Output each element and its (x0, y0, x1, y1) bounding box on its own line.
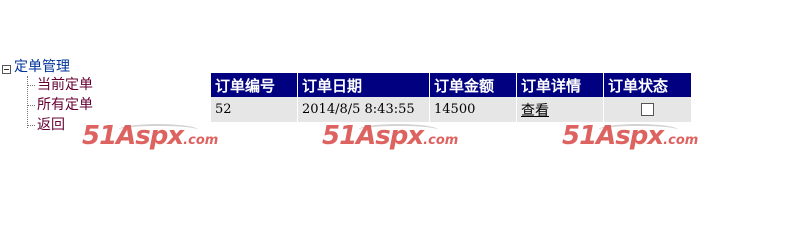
order-id-cell: 52 (211, 97, 298, 122)
logo-suffix: .com (423, 133, 459, 148)
view-detail-link[interactable]: 查看 (521, 103, 549, 119)
sidebar-item-label[interactable]: 所有定单 (37, 96, 93, 114)
order-date-cell: 2014/8/5 8:43:55 (297, 97, 430, 122)
tree-branch-line (27, 76, 28, 128)
order-amount-cell: 14500 (429, 97, 517, 122)
orders-table: 订单编号 订单日期 订单金额 订单详情 订单状态 52 2014/8/5 8:4… (211, 73, 691, 122)
watermark-logo: 51Aspx.com (562, 121, 698, 153)
column-header-order-id: 订单编号 (211, 73, 298, 97)
order-detail-cell: 查看 (516, 97, 604, 122)
logo-text: 51Aspx (562, 121, 664, 151)
tree-connector (27, 125, 35, 126)
collapse-toggle-icon[interactable] (2, 65, 11, 74)
tree-connector (27, 85, 35, 86)
logo-text: 51Aspx (322, 121, 424, 151)
watermark-logo: 51Aspx.com (82, 121, 218, 153)
logo-suffix: .com (663, 133, 699, 148)
logo-suffix: .com (183, 133, 219, 148)
column-header-order-date: 订单日期 (297, 73, 430, 97)
watermark-logo: 51Aspx.com (322, 121, 458, 153)
column-header-order-amount: 订单金额 (429, 73, 517, 97)
tree-connector (27, 105, 35, 106)
tree-root-label[interactable]: 定单管理 (14, 58, 70, 76)
table-row: 52 2014/8/5 8:43:55 14500 查看 (211, 97, 691, 122)
status-checkbox[interactable] (641, 103, 654, 116)
logo-text: 51Aspx (82, 121, 184, 151)
sidebar-item-label[interactable]: 当前定单 (37, 76, 93, 94)
order-status-cell (603, 97, 691, 122)
column-header-order-detail: 订单详情 (516, 73, 604, 97)
table-header-row: 订单编号 订单日期 订单金额 订单详情 订单状态 (211, 73, 691, 97)
sidebar-item-label[interactable]: 返回 (37, 116, 65, 134)
column-header-order-status: 订单状态 (603, 73, 691, 97)
